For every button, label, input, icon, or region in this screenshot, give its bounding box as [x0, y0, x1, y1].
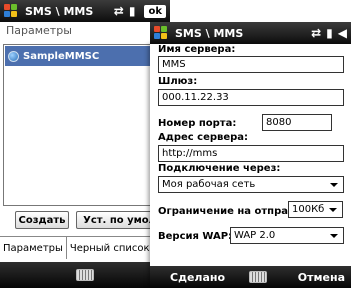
gateway-label: Шлюз: — [158, 76, 198, 87]
windows-logo-icon[interactable] — [4, 3, 19, 19]
done-softkey[interactable]: Сделано — [170, 271, 225, 284]
gateway-input[interactable]: 000.11.22.33 — [158, 89, 344, 106]
create-button[interactable]: Создать — [15, 211, 69, 229]
tab-strip: Параметры Черный список Се — [0, 236, 170, 259]
speaker-icon[interactable]: ◀ — [338, 26, 347, 40]
server-name-input[interactable]: MMS — [158, 56, 344, 73]
wap-version-label: Версия WAP: — [158, 231, 233, 242]
tab-settings[interactable]: Параметры — [0, 237, 67, 259]
server-name-label: Имя сервера: — [158, 44, 236, 55]
port-label: Номер порта: — [158, 118, 237, 129]
connect-via-select[interactable]: Моя рабочая сеть — [158, 176, 344, 193]
keyboard-icon[interactable] — [76, 269, 94, 281]
ok-button[interactable]: ok — [144, 4, 166, 18]
list-item[interactable]: SampleMMSC — [5, 46, 166, 66]
front-window-title: SMS \ MMS — [175, 26, 244, 40]
wap-version-select[interactable]: WAP 2.0 — [230, 227, 344, 244]
back-window-title: SMS \ MMS — [25, 4, 94, 18]
front-title-bar: SMS \ MMS ⇄ ▮ ◀ — [150, 22, 351, 44]
list-item-label: SampleMMSC — [23, 50, 100, 62]
network-icon[interactable]: ⇄ — [311, 26, 321, 40]
server-address-label: Адрес сервера: — [158, 132, 249, 143]
back-title-bar: SMS \ MMS ⇄ ▮ ok — [0, 0, 170, 22]
front-bottom-bar: Сделано Отмена — [150, 266, 351, 288]
cancel-softkey[interactable]: Отмена — [298, 271, 345, 284]
connect-via-label: Подключение через: — [158, 163, 281, 174]
network-icon[interactable]: ⇄ — [114, 4, 124, 18]
port-input[interactable]: 8080 — [262, 114, 332, 131]
windows-logo-icon[interactable] — [154, 25, 169, 41]
tab-blacklist[interactable]: Черный список — [67, 237, 154, 259]
signal-icon[interactable]: ▮ — [129, 4, 136, 18]
send-limit-select[interactable]: 100Кб — [288, 201, 343, 218]
mms-settings-form: Имя сервера: MMS Шлюз: 000.11.22.33 Номе… — [150, 44, 351, 288]
back-status-icons: ⇄ ▮ ok — [114, 4, 170, 18]
front-status-icons: ⇄ ▮ ◀ — [311, 26, 351, 40]
server-address-input[interactable]: http://mms — [158, 145, 344, 162]
account-list[interactable]: SampleMMSC — [3, 44, 168, 206]
signal-icon[interactable]: ▮ — [326, 26, 333, 40]
keyboard-icon[interactable] — [249, 271, 268, 283]
globe-icon — [8, 50, 19, 62]
back-bottom-bar — [0, 262, 170, 288]
